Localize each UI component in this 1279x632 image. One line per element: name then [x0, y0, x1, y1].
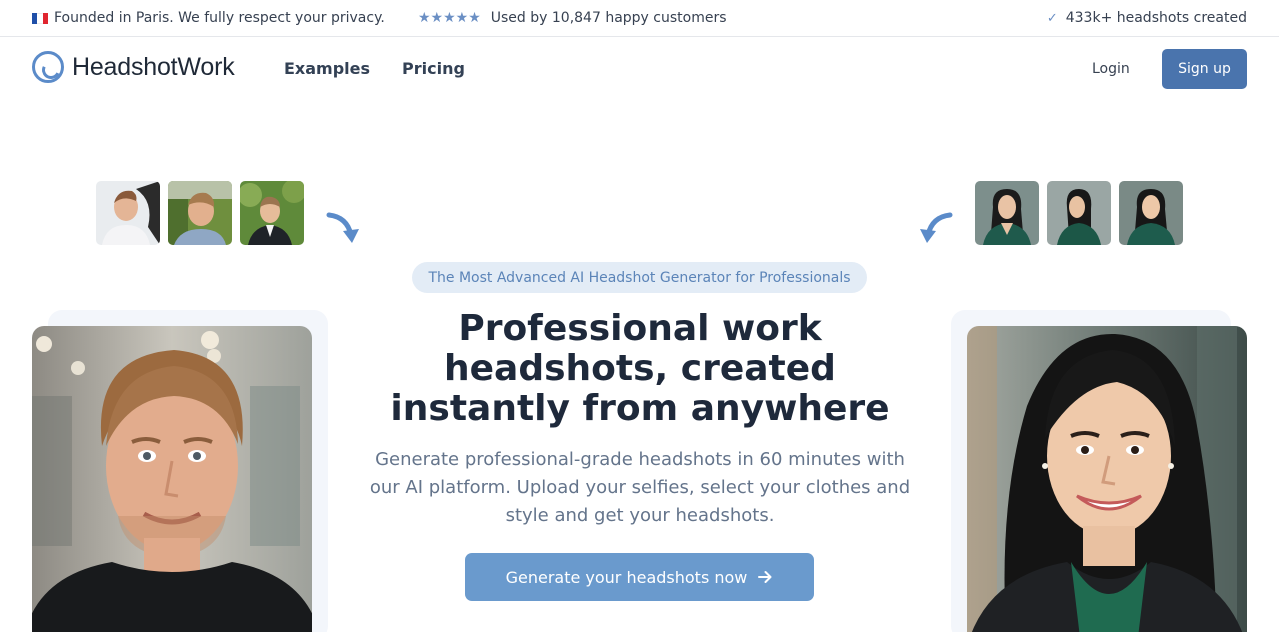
tagline-badge: The Most Advanced AI Headshot Generator … — [412, 262, 867, 293]
generated-headshot-thumbnail — [975, 181, 1039, 245]
rating-text: Used by 10,847 happy customers — [490, 10, 727, 26]
logo-icon — [32, 51, 64, 83]
site-header: HeadshotWork Examples Pricing Login Sign… — [0, 37, 1279, 101]
generated-headshot-thumbnail — [1047, 181, 1111, 245]
before-photo — [32, 326, 312, 632]
after-photo — [967, 326, 1247, 632]
privacy-notice: Founded in Paris. We fully respect your … — [32, 10, 385, 26]
selfie-thumbnail — [240, 181, 304, 245]
hero-subheadline: Generate professional-grade headshots in… — [369, 449, 911, 526]
selfie-thumbnail — [168, 181, 232, 245]
curved-arrow-icon — [920, 212, 953, 243]
headshot-count: ✓ 433k+ headshots created — [1047, 10, 1247, 26]
rating-stars-icon: ★★★★★ — [418, 10, 481, 26]
headshot-count-text: 433k+ headshots created — [1065, 10, 1247, 26]
logo[interactable]: HeadshotWork — [32, 51, 235, 83]
generate-headshots-button[interactable]: Generate your headshots now — [465, 553, 814, 601]
announcement-bar: Founded in Paris. We fully respect your … — [0, 0, 1279, 37]
arrow-right-icon — [758, 571, 772, 583]
privacy-text: Founded in Paris. We fully respect your … — [54, 10, 385, 26]
cta-label: Generate your headshots now — [505, 567, 748, 587]
nav-examples[interactable]: Examples — [284, 59, 370, 78]
hero-headline: Professional work headshots, created ins… — [390, 308, 890, 429]
selfie-thumbnail — [96, 181, 160, 245]
generated-headshot-thumbnail — [1119, 181, 1183, 245]
curved-arrow-icon — [326, 212, 359, 243]
customer-rating: ★★★★★ Used by 10,847 happy customers — [418, 10, 727, 26]
france-flag-icon — [32, 13, 48, 24]
nav-pricing[interactable]: Pricing — [402, 59, 465, 78]
main-nav: Examples Pricing — [284, 59, 465, 78]
signup-button[interactable]: Sign up — [1162, 49, 1247, 89]
login-link[interactable]: Login — [1092, 61, 1130, 77]
logo-text: HeadshotWork — [72, 52, 235, 81]
check-icon: ✓ — [1046, 10, 1058, 26]
